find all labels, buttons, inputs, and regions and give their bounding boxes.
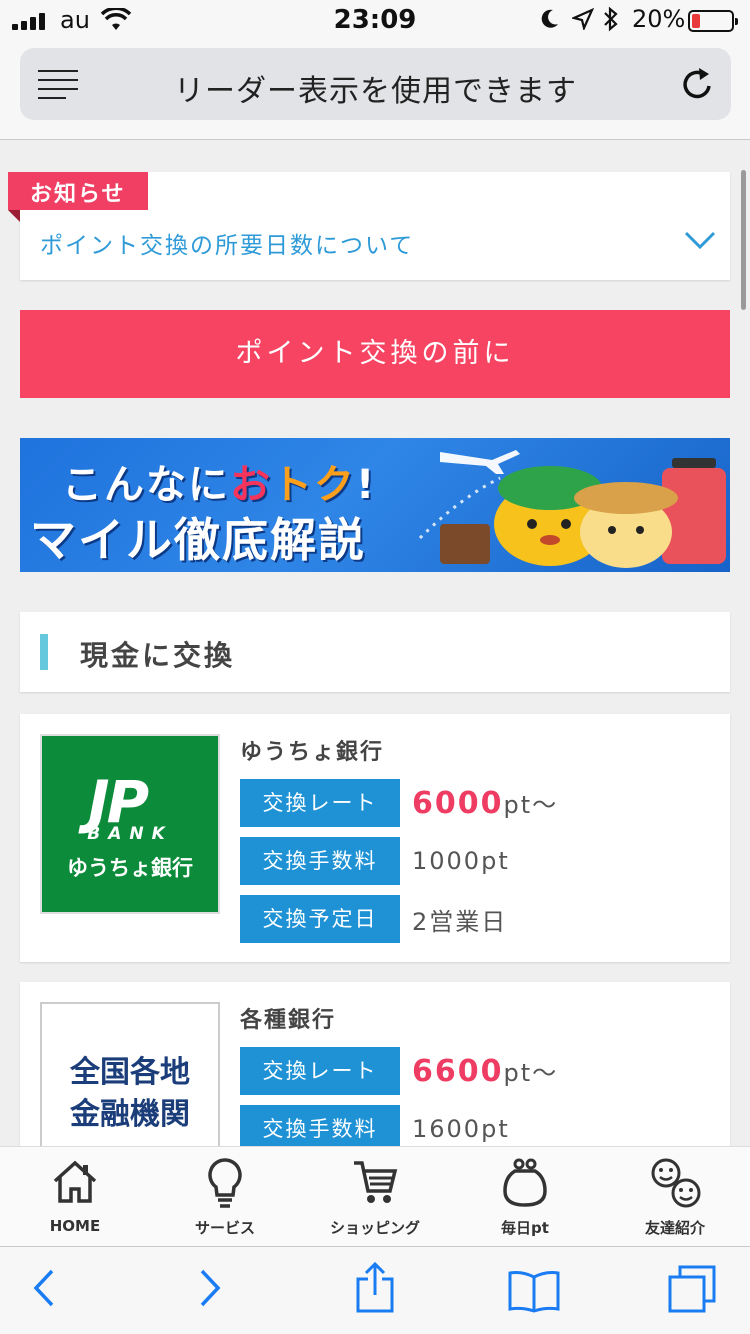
tab-daily-pt[interactable]: 毎日pt — [450, 1147, 600, 1246]
fee-value: 1600pt — [412, 1115, 510, 1143]
banner-headline: こんなにおトク! — [62, 452, 376, 510]
reader-available-text: リーダー表示を使用できます — [174, 74, 577, 109]
rate-row: 交換レート 6600pt〜 — [240, 1046, 558, 1096]
banner-illustration — [418, 450, 726, 568]
reader-mode-icon[interactable] — [38, 70, 78, 106]
rate-number: 6600 — [412, 1054, 504, 1089]
status-bar: au 23:09 20% — [0, 0, 750, 40]
jp-logo-name: ゆうちょ銀行 — [67, 856, 193, 880]
tab-home[interactable]: HOME — [0, 1147, 150, 1246]
battery-percent: 20% — [632, 5, 686, 33]
exchange-card-banks[interactable]: 全国各地金融機関 各種銀行 交換レート 6600pt〜 交換手数料 1600pt — [20, 982, 730, 1146]
location-icon — [572, 8, 594, 30]
fee-row: 交換手数料 1600pt — [240, 1104, 558, 1146]
lightbulb-icon — [208, 1158, 242, 1208]
bank-name: ゆうちょ銀行 — [240, 740, 385, 765]
bluetooth-icon — [604, 6, 618, 32]
nationwide-banks-logo: 全国各地 金融機関 — [40, 1002, 220, 1146]
notice-tag: お知らせ — [8, 172, 148, 222]
banner-text-d: ! — [356, 462, 377, 508]
tab-shopping[interactable]: ショッピング — [300, 1147, 450, 1246]
chevron-down-icon[interactable] — [684, 230, 716, 250]
schedule-label: 交換予定日 — [240, 895, 400, 943]
section-header-cash: 現金に交換 — [20, 612, 730, 692]
tab-service[interactable]: サービス — [150, 1147, 300, 1246]
notice-link[interactable]: ポイント交換の所要日数について — [40, 226, 414, 260]
rate-row: 交換レート 6000pt〜 — [240, 778, 558, 828]
tab-label: 毎日pt — [501, 1219, 549, 1237]
jp-logo-bank: BANK — [87, 824, 173, 844]
before-exchange-button[interactable]: ポイント交換の前に — [20, 310, 730, 398]
notice-box[interactable]: お知らせ ポイント交換の所要日数について — [8, 172, 730, 280]
rate-unit: pt〜 — [503, 1059, 559, 1087]
schedule-row: 交換予定日 2営業日 — [240, 894, 558, 944]
purse-icon — [503, 1158, 547, 1207]
banner-subline: マイル徹底解説 — [30, 513, 366, 567]
tab-label: HOME — [49, 1217, 101, 1235]
rate-number: 6000 — [412, 786, 504, 821]
fee-label: 交換手数料 — [240, 837, 400, 885]
exchange-card-yucho[interactable]: JP BANK ゆうちょ銀行 ゆうちょ銀行 交換レート 6000pt〜 交換手数… — [20, 714, 730, 962]
cart-icon — [354, 1161, 398, 1203]
rate-unit: pt〜 — [503, 791, 559, 819]
tab-invite-friends[interactable]: 友達紹介 — [600, 1147, 750, 1246]
battery-icon — [688, 10, 738, 32]
bottom-nav: HOME サービス ショッピング 毎日pt 友達紹介 — [0, 1146, 750, 1246]
banner-text-c: トク — [272, 462, 356, 508]
fee-label: 交換手数料 — [240, 1105, 400, 1146]
moon-icon — [541, 9, 558, 28]
address-bar[interactable]: リーダー表示を使用できます — [20, 48, 731, 120]
browser-toolbar — [0, 1246, 750, 1334]
page-content: お知らせ ポイント交換の所要日数について ポイント交換の前に こんなにおトク! … — [0, 150, 750, 1146]
fee-row: 交換手数料 1000pt — [240, 836, 558, 886]
friends-icon — [651, 1158, 701, 1208]
section-title: 現金に交換 — [80, 639, 236, 672]
banner-text-a: こんなに — [62, 462, 230, 508]
section-accent-bar — [40, 634, 48, 670]
forward-icon[interactable] — [198, 1267, 222, 1309]
back-icon[interactable] — [32, 1267, 56, 1309]
rate-label: 交換レート — [240, 779, 400, 827]
bookmarks-icon[interactable] — [508, 1269, 560, 1313]
bank-name: 各種銀行 — [240, 1008, 337, 1033]
reload-icon[interactable] — [681, 66, 715, 102]
rate-label: 交換レート — [240, 1047, 400, 1095]
jp-bank-logo: JP BANK ゆうちょ銀行 — [40, 734, 220, 914]
home-icon — [53, 1160, 97, 1203]
share-icon[interactable] — [354, 1261, 396, 1315]
tab-label: ショッピング — [329, 1219, 420, 1237]
tab-label: 友達紹介 — [644, 1219, 705, 1237]
tabs-icon[interactable] — [668, 1265, 718, 1315]
tab-label: サービス — [194, 1219, 255, 1237]
banner-text-b: お — [230, 462, 272, 508]
rate-value: 6000pt〜 — [412, 785, 558, 821]
mile-guide-banner[interactable]: こんなにおトク! マイル徹底解説 — [20, 438, 730, 572]
logo-line-1: 全国各地 — [70, 1055, 190, 1090]
fee-value: 1000pt — [412, 847, 510, 875]
browser-header: リーダー表示を使用できます — [0, 40, 750, 140]
schedule-value: 2営業日 — [412, 907, 508, 936]
logo-line-2: 金融機関 — [70, 1097, 190, 1132]
rate-value: 6600pt〜 — [412, 1053, 558, 1089]
